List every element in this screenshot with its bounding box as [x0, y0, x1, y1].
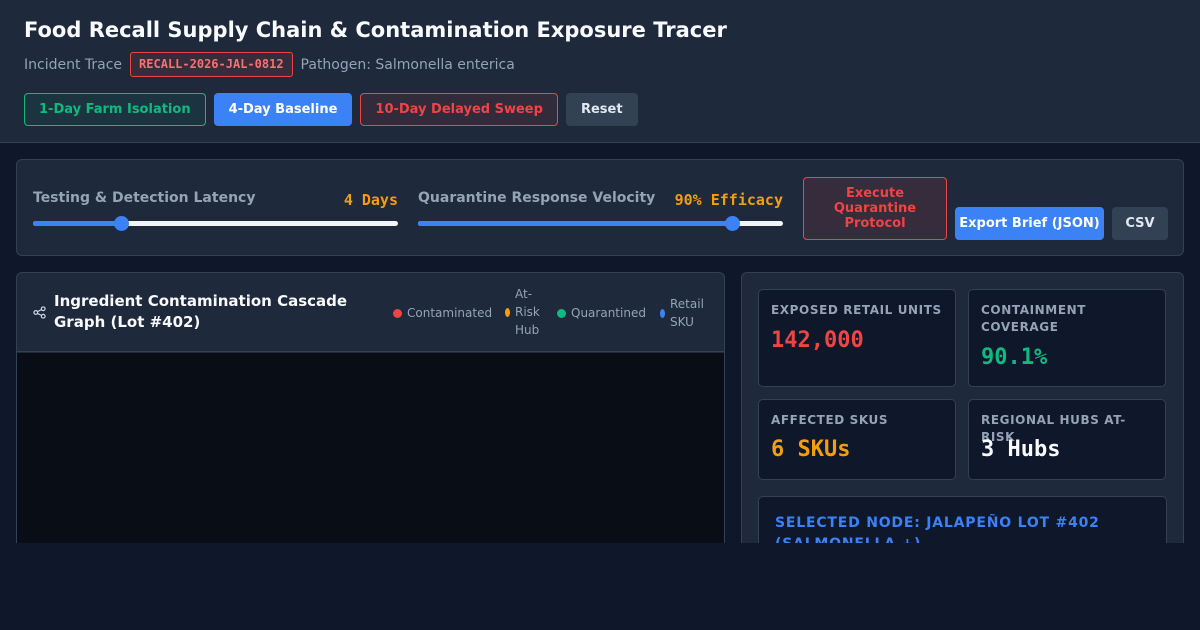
latency-control: Testing & Detection Latency 4 Days	[33, 190, 398, 234]
containment-coverage-value: 90.1%	[981, 345, 1048, 370]
legend-contaminated: Contaminated	[393, 304, 492, 322]
baseline-button[interactable]: 4-Day Baseline	[213, 93, 353, 126]
hubs-at-risk-value: 3 Hubs	[981, 437, 1061, 462]
velocity-control: Quarantine Response Velocity 90% Efficac…	[418, 190, 783, 234]
hubs-at-risk-card: REGIONAL HUBS AT-RISK 3 Hubs	[968, 399, 1166, 480]
share-icon	[33, 306, 46, 319]
legend-label: At-Risk Hub	[515, 287, 540, 337]
latency-slider-thumb[interactable]	[113, 216, 129, 231]
stats-panel: EXPOSED RETAIL UNITS 142,000 CONTAINMENT…	[741, 272, 1184, 543]
cascade-graph-panel: Ingredient Contamination Cascade Graph (…	[16, 272, 725, 543]
graph-canvas[interactable]	[17, 353, 724, 543]
exposed-units-value: 142,000	[771, 328, 864, 353]
delayed-sweep-button[interactable]: 10-Day Delayed Sweep	[360, 93, 558, 126]
stat-label: CONTAINMENT COVERAGE	[981, 303, 1087, 334]
latency-value: 4 Days	[343, 191, 398, 209]
latency-slider-fill	[33, 221, 121, 226]
legend-dot	[557, 308, 566, 318]
selected-node-card: Selected Node: Jalapeño Lot #402 (Salmon…	[758, 496, 1167, 543]
app-header: Food Recall Supply Chain & Contamination…	[0, 0, 1200, 143]
pathogen-label: Pathogen: Salmonella enterica	[300, 56, 515, 73]
legend-dot	[393, 308, 402, 318]
legend-retail-sku: Retail SKU	[660, 295, 720, 331]
latency-label: Testing & Detection Latency	[33, 190, 256, 206]
velocity-slider-fill	[418, 221, 732, 226]
page-title: Food Recall Supply Chain & Contamination…	[24, 18, 727, 42]
stat-label: AFFECTED SKUS	[771, 413, 889, 427]
incident-label: Incident Trace	[24, 56, 123, 73]
stat-label: EXPOSED RETAIL UNITS	[771, 303, 942, 317]
velocity-label: Quarantine Response Velocity	[418, 190, 656, 206]
incident-id-badge: RECALL-2026-JAL-0812	[130, 52, 293, 77]
legend-quarantined: Quarantined	[557, 304, 646, 322]
velocity-slider[interactable]	[418, 216, 783, 231]
reset-button[interactable]: Reset	[565, 93, 638, 126]
legend-label: Retail SKU	[670, 297, 704, 329]
legend-label: Contaminated	[407, 306, 493, 320]
csv-button[interactable]: CSV	[1112, 207, 1168, 240]
graph-header: Ingredient Contamination Cascade Graph (…	[17, 273, 724, 352]
velocity-value: 90% Efficacy	[674, 191, 783, 209]
legend-at-risk-hub: At-Risk Hub	[505, 285, 545, 339]
legend-dot	[660, 308, 665, 318]
velocity-slider-thumb[interactable]	[724, 216, 740, 231]
containment-coverage-card: CONTAINMENT COVERAGE 90.1%	[968, 289, 1166, 387]
legend-dot	[505, 307, 510, 317]
incident-meta: Incident Trace RECALL-2026-JAL-0812 Path…	[24, 52, 515, 77]
selected-node-label: Selected Node: Jalapeño Lot #402 (Salmon…	[775, 515, 1100, 543]
exposed-units-card: EXPOSED RETAIL UNITS 142,000	[758, 289, 956, 387]
execute-quarantine-button[interactable]: Execute Quarantine Protocol	[803, 177, 947, 240]
latency-slider[interactable]	[33, 216, 398, 231]
legend-label: Quarantined	[571, 306, 646, 320]
farm-isolation-button[interactable]: 1-Day Farm Isolation	[24, 93, 206, 126]
export-json-button[interactable]: Export Brief (JSON)	[955, 207, 1104, 240]
affected-skus-card: AFFECTED SKUS 6 SKUs	[758, 399, 956, 480]
scenario-presets: 1-Day Farm Isolation 4-Day Baseline 10-D…	[24, 93, 638, 126]
affected-skus-value: 6 SKUs	[771, 437, 851, 462]
control-panel: Testing & Detection Latency 4 Days Quara…	[16, 159, 1184, 256]
graph-title: Ingredient Contamination Cascade Graph (…	[54, 292, 348, 331]
